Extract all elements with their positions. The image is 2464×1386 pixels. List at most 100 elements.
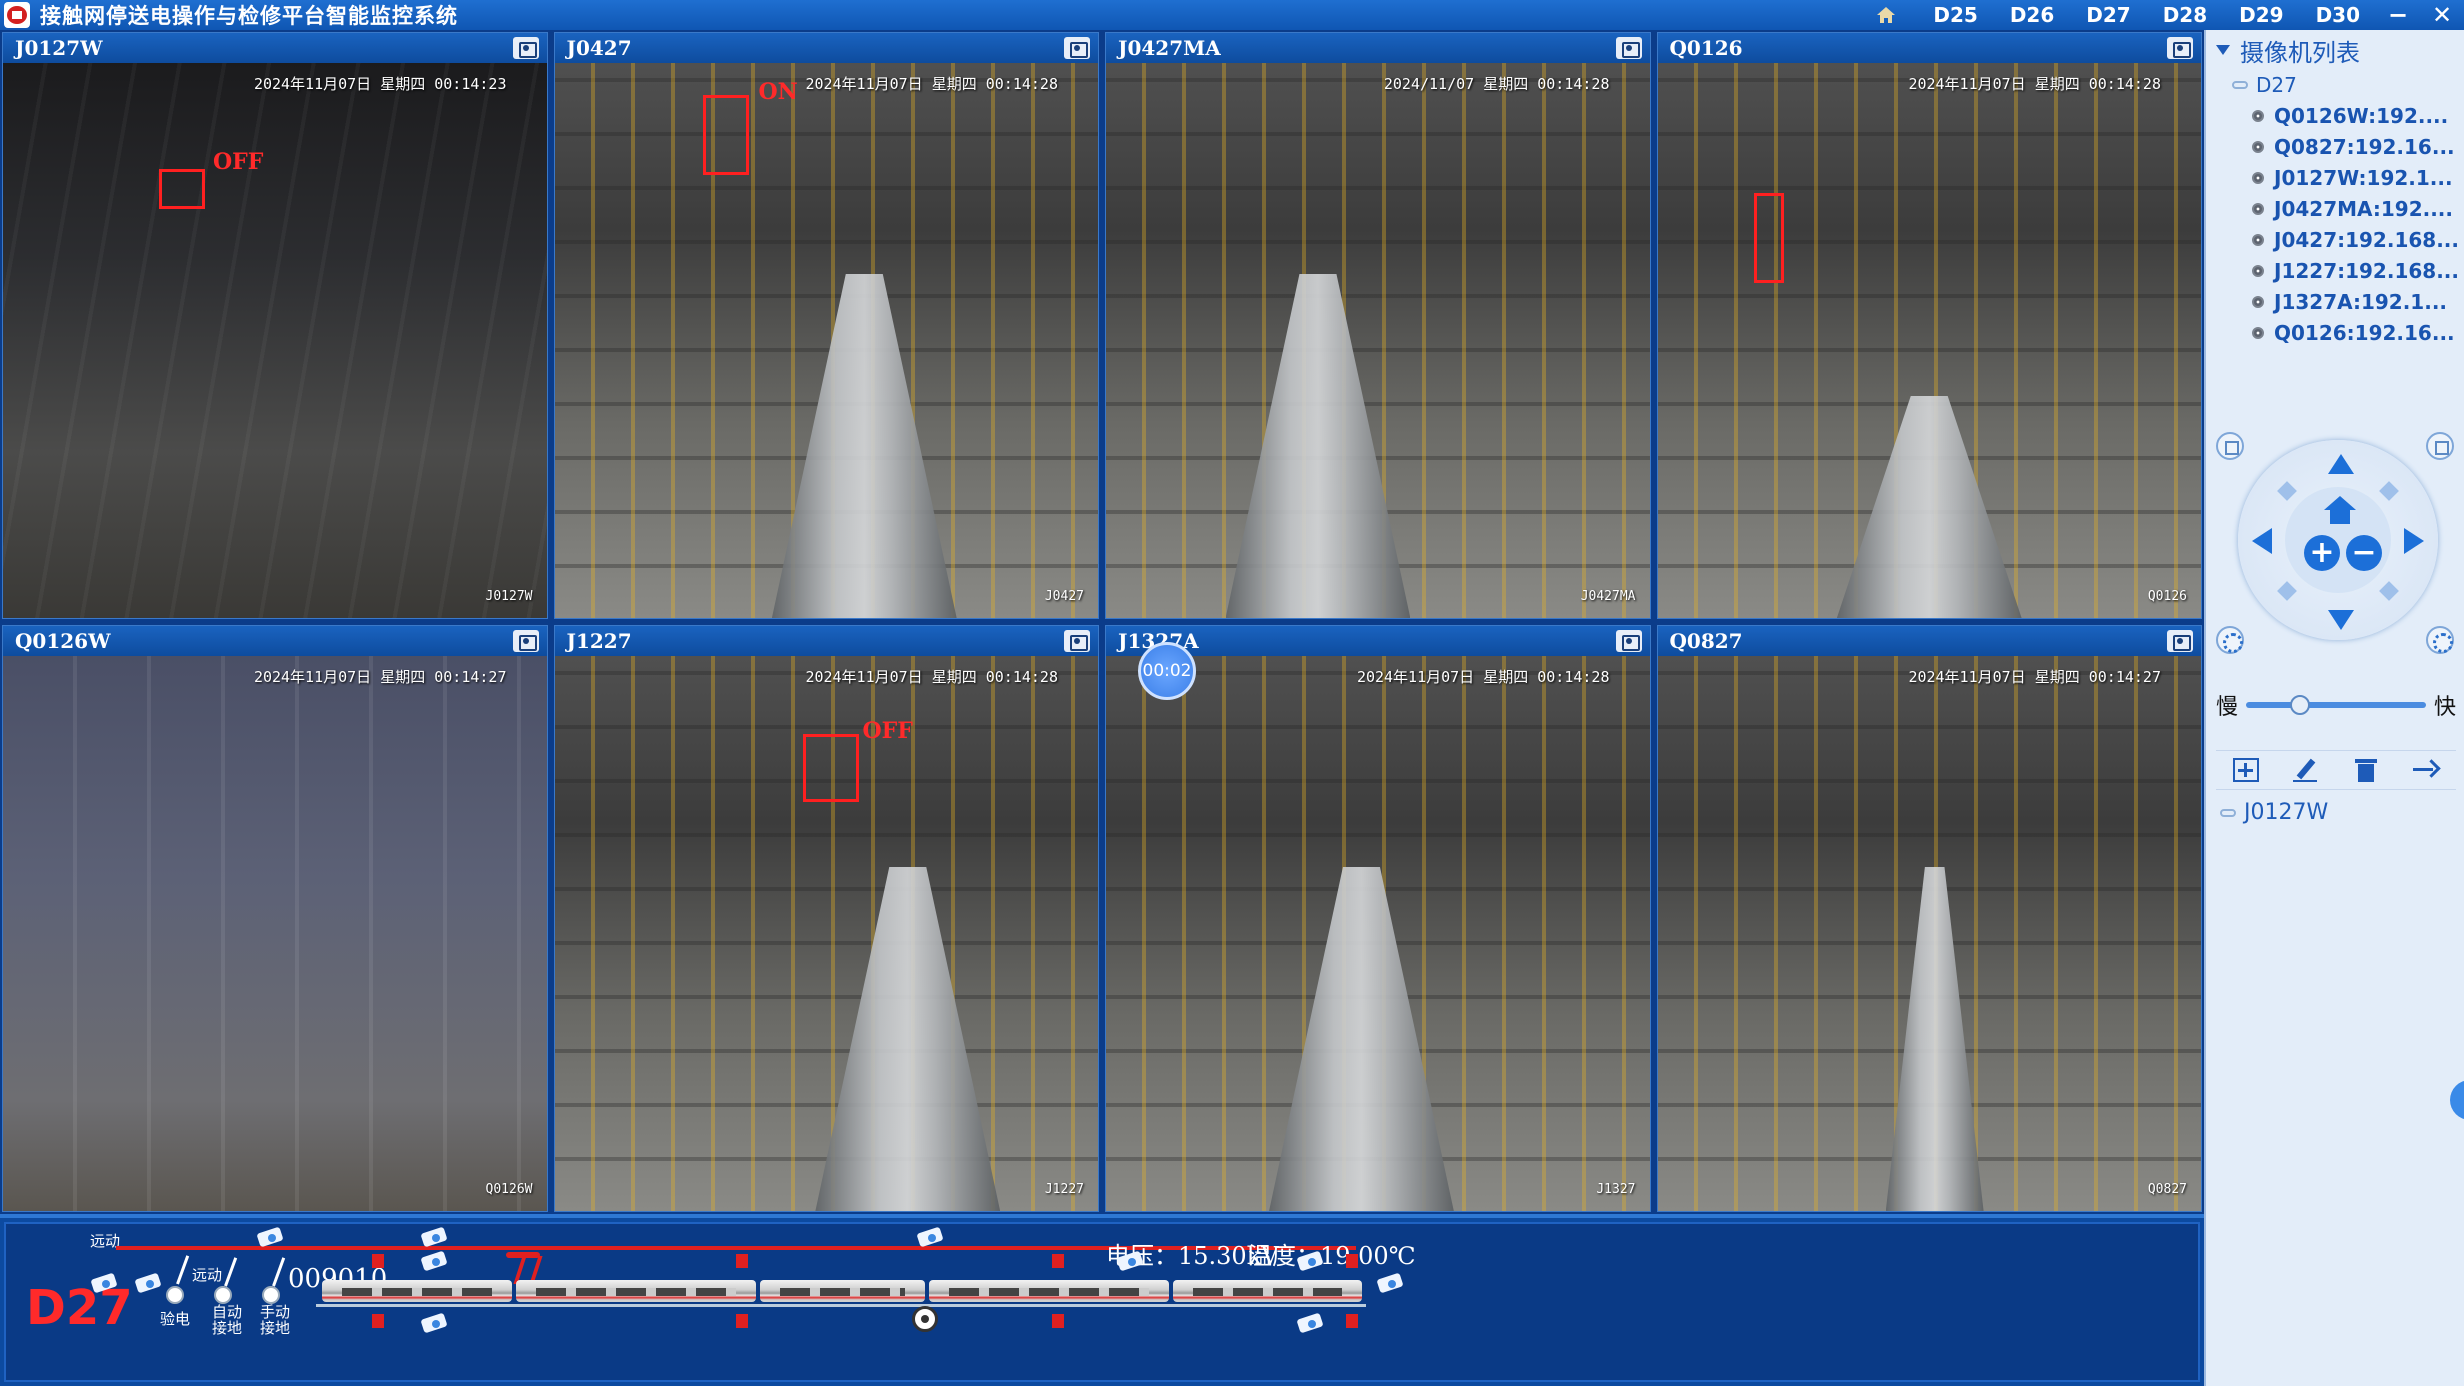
minimize-button[interactable]: −	[2376, 1, 2420, 29]
speed-track[interactable]	[2246, 695, 2426, 715]
manual-ground-switch-icon[interactable]	[262, 1286, 280, 1304]
camera-status-icon[interactable]	[1116, 1250, 1148, 1272]
camera-status-icon[interactable]	[134, 1272, 166, 1294]
train-car	[929, 1280, 1169, 1302]
camera-status-icon[interactable]	[420, 1312, 452, 1334]
switch-label: 自动 接地	[212, 1303, 243, 1337]
iris-close-icon[interactable]	[2426, 626, 2454, 654]
camera-tile-j0427ma[interactable]: J0427MA 2024/11/07 星期四 00:14:28 J0427MA	[1105, 32, 1651, 619]
camera-tile-q0827[interactable]: Q0827 2024年11月07日 星期四 00:14:27 Q0827	[1656, 625, 2202, 1212]
goto-preset-icon[interactable]	[2413, 758, 2439, 782]
home-button[interactable]	[1871, 0, 1901, 30]
ptz-home-icon[interactable]	[2324, 496, 2356, 526]
pan-left-icon[interactable]	[2252, 528, 2272, 554]
camera-feed[interactable]	[554, 63, 1098, 618]
camera-status-icon[interactable]	[916, 1226, 948, 1248]
camera-name: Q0126	[1669, 36, 1743, 60]
camera-tile-j0427[interactable]: J0427 2024年11月07日 星期四 00:14:28 J0427 ON	[553, 32, 1099, 619]
camera-header: J0427	[554, 33, 1098, 63]
camera-list-title: 摄像机列表	[2240, 38, 2360, 67]
pan-down-icon[interactable]	[2328, 610, 2354, 630]
camera-list-item[interactable]: Q0126:192.16...	[2206, 317, 2464, 348]
train-car	[516, 1280, 756, 1302]
auto-ground-switch-icon[interactable]	[214, 1286, 232, 1304]
snapshot-camera-icon[interactable]	[2167, 630, 2193, 652]
zoom-out-icon[interactable]: −	[2346, 535, 2382, 571]
camera-tile-j0127w[interactable]: J0127W 2024年11月07日 星期四 00:14:23 J0127W O…	[2, 32, 548, 619]
camera-feed[interactable]	[1106, 63, 1650, 618]
camera-feed[interactable]	[1657, 63, 2201, 618]
snapshot-camera-icon[interactable]	[1615, 37, 1642, 59]
train-image	[815, 866, 1001, 1211]
window-single-icon[interactable]	[2216, 432, 2244, 460]
title-bar-controls: D25 D26 D27 D28 D29 D30 − ✕	[1871, 0, 2464, 30]
camera-list-item[interactable]: Q0126W:192....	[2206, 100, 2464, 131]
signal-marker-icon	[1346, 1314, 1358, 1328]
camera-list-label: J0427MA:192....	[2274, 196, 2453, 221]
camera-status-icon[interactable]	[420, 1250, 452, 1272]
camera-tile-j1227[interactable]: J1227 2024年11月07日 星期四 00:14:28 J1227 OFF	[553, 625, 1099, 1212]
camera-list-item[interactable]: Q0827:192.16...	[2206, 131, 2464, 162]
camera-tile-j1327a[interactable]: J1327A 2024年11月07日 星期四 00:14:28 J1327 00…	[1105, 625, 1651, 1212]
close-button[interactable]: ✕	[2420, 1, 2464, 29]
tab-d29[interactable]: D29	[2223, 3, 2299, 27]
camera-list-label: Q0827:192.16...	[2274, 134, 2455, 159]
panel-toggle-tab[interactable]	[2450, 1080, 2464, 1120]
pan-up-icon[interactable]	[2328, 454, 2354, 474]
snapshot-camera-icon[interactable]	[512, 630, 539, 652]
signal-marker-icon	[1346, 1254, 1358, 1268]
camera-dot-icon	[2252, 233, 2264, 246]
camera-status-icon[interactable]	[1376, 1272, 1408, 1294]
camera-list-item[interactable]: J1327A:192.1...	[2206, 286, 2464, 317]
camera-status-icon[interactable]	[1296, 1312, 1328, 1334]
recording-timer-badge[interactable]: 00:02	[1138, 642, 1196, 700]
camera-list-label: J0427:192.168...	[2274, 227, 2459, 252]
camera-feed[interactable]	[3, 63, 547, 618]
camera-tile-q0126[interactable]: Q0126 2024年11月07日 星期四 00:14:28 Q0126	[1656, 32, 2202, 619]
camera-list-item[interactable]: J0127W:192.1...	[2206, 162, 2464, 193]
speed-fast-label: 快	[2433, 695, 2456, 720]
camera-timestamp: 2024年11月07日 星期四 00:14:27	[253, 668, 507, 686]
tab-d28[interactable]: D28	[2147, 3, 2223, 27]
snapshot-camera-icon[interactable]	[2167, 37, 2193, 59]
tab-d30[interactable]: D30	[2300, 3, 2376, 27]
camera-feed[interactable]	[1106, 656, 1650, 1211]
camera-feed[interactable]	[1657, 656, 2201, 1211]
camera-status-icon[interactable]	[256, 1226, 288, 1248]
camera-dot-icon	[2252, 295, 2264, 308]
camera-list-header[interactable]: 摄像机列表	[2206, 30, 2464, 70]
camera-list-item[interactable]: J0427:192.168...	[2206, 224, 2464, 255]
snapshot-camera-icon[interactable]	[1064, 630, 1090, 652]
tree-group-d27[interactable]: D27	[2206, 70, 2464, 100]
pan-right-icon[interactable]	[2404, 528, 2424, 554]
tab-d25[interactable]: D25	[1917, 3, 1993, 27]
camera-feed[interactable]	[3, 656, 547, 1211]
delete-preset-icon[interactable]	[2353, 758, 2379, 782]
snapshot-camera-icon[interactable]	[512, 37, 539, 59]
camera-corner-id: J1327	[1596, 1182, 1636, 1197]
camera-list-item[interactable]: J0427MA:192....	[2206, 193, 2464, 224]
camera-tile-q0126w[interactable]: Q0126W 2024年11月07日 星期四 00:14:27 Q0126W	[2, 625, 548, 1212]
tab-d27[interactable]: D27	[2070, 3, 2146, 27]
speed-knob[interactable]	[2290, 695, 2310, 715]
add-preset-icon[interactable]	[2233, 758, 2259, 782]
switch-label: 验电	[160, 1310, 191, 1328]
snapshot-camera-icon[interactable]	[1064, 37, 1090, 59]
preset-list-item[interactable]: J0127W	[2220, 800, 2328, 825]
tab-d26[interactable]: D26	[1994, 3, 2070, 27]
camera-list-item[interactable]: J1227:192.168...	[2206, 255, 2464, 286]
camera-header: J1227	[554, 626, 1098, 656]
camera-header: Q0126	[1657, 33, 2201, 63]
collapse-triangle-icon	[2216, 45, 2230, 55]
iris-open-icon[interactable]	[2216, 626, 2244, 654]
snapshot-camera-icon[interactable]	[1615, 630, 1642, 652]
camera-status-icon[interactable]	[90, 1272, 122, 1294]
window-multi-icon[interactable]	[2426, 432, 2454, 460]
camera-status-icon[interactable]	[1296, 1250, 1328, 1272]
zoom-in-icon[interactable]: +	[2304, 535, 2340, 571]
track-sensor-icon	[912, 1306, 938, 1332]
link-icon	[2232, 81, 2248, 89]
camera-status-icon[interactable]	[420, 1226, 452, 1248]
voltage-test-switch-icon[interactable]	[166, 1286, 184, 1304]
edit-preset-icon[interactable]	[2293, 758, 2319, 782]
